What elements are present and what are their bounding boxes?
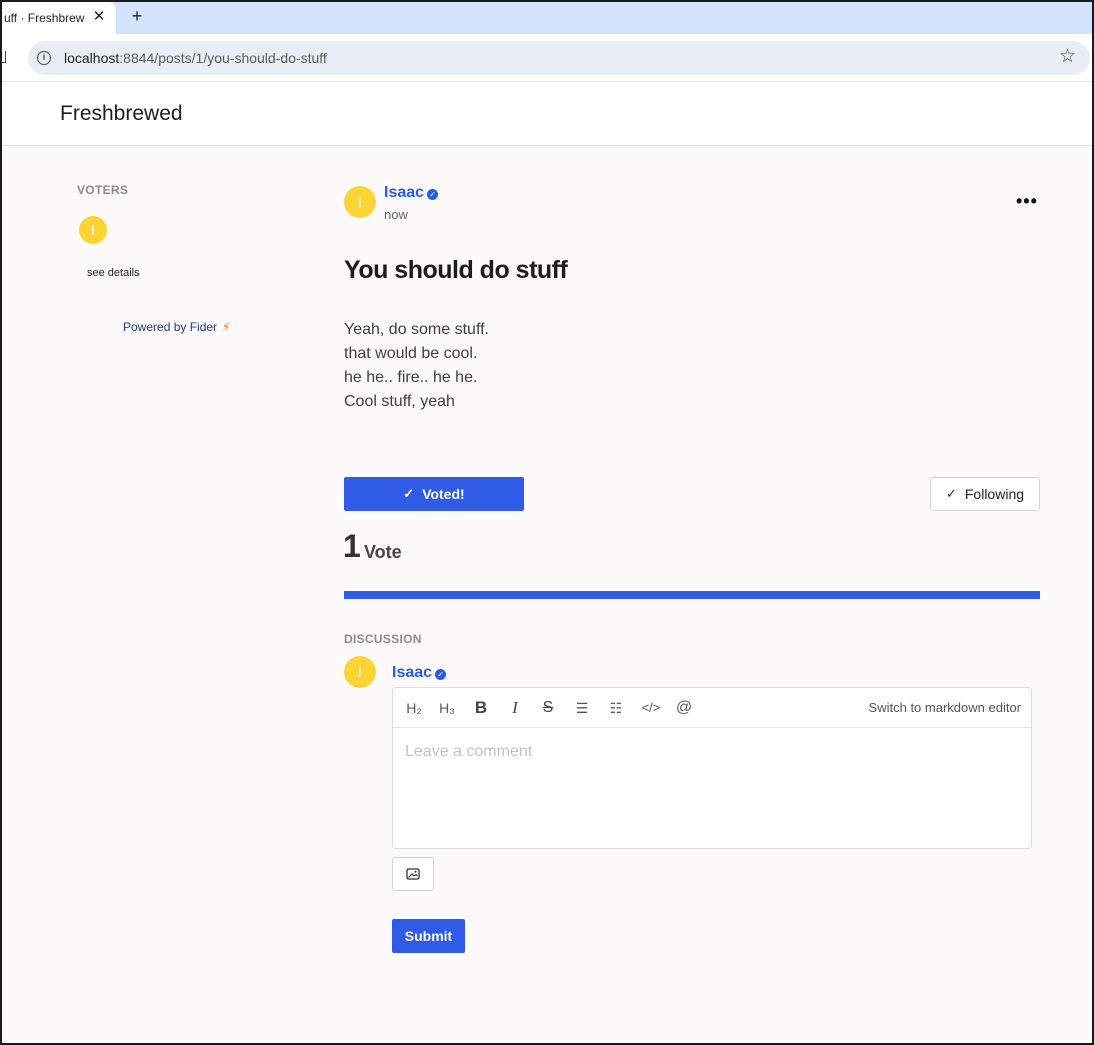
commenter-name[interactable]: Isaac ✓ [392, 664, 447, 682]
site-brand[interactable]: Freshbrewed [60, 102, 183, 126]
author-name-text: Isaac [384, 184, 425, 201]
plus-icon[interactable]: + [126, 6, 148, 28]
vote-count: 1 [343, 528, 361, 564]
comment-editor: H₂ H₃ B I S ☰ ☷ </> @ Switch to markdown… [392, 687, 1032, 849]
close-icon[interactable]: ✕ [90, 8, 108, 26]
commenter-name-text: Isaac [392, 664, 433, 681]
verified-icon: ✓ [427, 189, 439, 200]
info-icon[interactable]: i [37, 51, 51, 65]
url-path: :8844/posts/1/you-should-do-stuff [119, 50, 327, 66]
commenter-avatar[interactable]: I [344, 656, 376, 688]
tab-strip: uff · Freshbrew ✕ + [2, 2, 1092, 34]
image-upload-button[interactable] [392, 857, 434, 891]
check-icon: ✓ [945, 486, 957, 501]
home-icon[interactable] [2, 51, 6, 63]
strikethrough-button[interactable]: S [538, 698, 558, 718]
tab-title: uff · Freshbrew [4, 11, 85, 25]
voter-avatar[interactable]: I [79, 216, 107, 244]
bullet-list-button[interactable]: ☰ [572, 698, 592, 718]
check-icon: ✓ [403, 486, 415, 501]
voters-heading: VOTERS [77, 183, 129, 197]
powered-by-text: Powered by Fider [123, 320, 218, 334]
code-button[interactable]: </> [639, 698, 663, 718]
verified-icon: ✓ [435, 669, 447, 680]
more-options-icon[interactable]: ••• [1016, 191, 1038, 212]
url-text[interactable]: localhost:8844/posts/1/you-should-do-stu… [64, 50, 327, 66]
editor-toolbar: H₂ H₃ B I S ☰ ☷ </> @ Switch to markdown… [393, 688, 1031, 728]
section-divider [344, 591, 1040, 599]
heading3-button[interactable]: H₃ [436, 698, 458, 718]
author-name[interactable]: Isaac ✓ [384, 184, 439, 202]
lightning-icon: ⚡ [222, 320, 231, 334]
browser-window: uff · Freshbrew ✕ + i localhost:8844/pos… [0, 0, 1094, 1045]
discussion-heading: DISCUSSION [344, 632, 422, 646]
voted-label: Voted! [422, 486, 465, 502]
author-avatar[interactable]: I [344, 186, 376, 218]
vote-label: Vote [364, 542, 402, 562]
post-title: You should do stuff [344, 256, 568, 284]
browser-tab[interactable]: uff · Freshbrew ✕ [2, 2, 116, 34]
submit-button[interactable]: Submit [392, 919, 465, 953]
post-body-line: he he.. fire.. he he. [344, 369, 478, 386]
post-body: Yeah, do some stuff. that would be cool.… [344, 318, 489, 414]
image-icon [406, 868, 420, 880]
post-timestamp: now [384, 207, 408, 222]
italic-button[interactable]: I [505, 698, 525, 718]
comment-input[interactable]: Leave a comment [405, 743, 532, 761]
switch-markdown-link[interactable]: Switch to markdown editor [869, 700, 1021, 715]
browser-toolbar: i localhost:8844/posts/1/you-should-do-s… [2, 34, 1092, 82]
post-body-line: Cool stuff, yeah [344, 393, 455, 410]
voted-button[interactable]: ✓ Voted! [344, 477, 524, 511]
star-icon[interactable]: ☆ [1059, 47, 1076, 67]
see-details-link[interactable]: see details [87, 267, 140, 279]
url-host: localhost [64, 50, 120, 66]
post-body-line: that would be cool. [344, 345, 478, 362]
powered-by-link[interactable]: Powered by Fider ⚡ [123, 320, 230, 334]
ordered-list-button[interactable]: ☷ [606, 698, 626, 718]
following-button[interactable]: ✓ Following [930, 477, 1040, 511]
following-label: Following [964, 486, 1025, 502]
mention-button[interactable]: @ [674, 698, 694, 718]
heading2-button[interactable]: H₂ [403, 698, 425, 718]
app-header: Freshbrewed [2, 82, 1092, 146]
post-body-line: Yeah, do some stuff. [344, 321, 489, 338]
bold-button[interactable]: B [471, 698, 491, 718]
address-bar[interactable]: i localhost:8844/posts/1/you-should-do-s… [28, 41, 1090, 75]
